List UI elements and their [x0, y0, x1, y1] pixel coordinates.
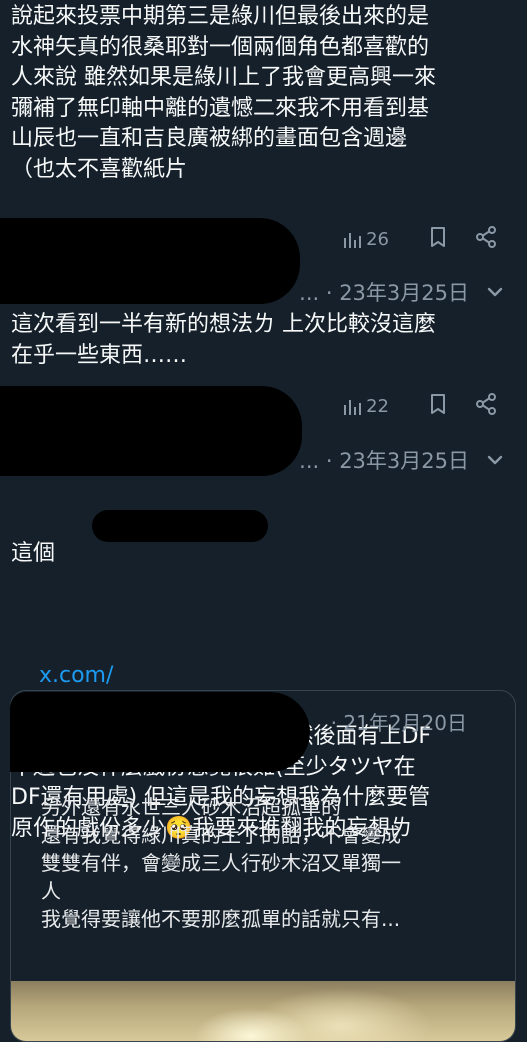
share-icon	[476, 226, 496, 248]
tweet-3-link-prefix[interactable]: x.com/	[39, 663, 113, 688]
tweet-1-views[interactable]: 26	[342, 229, 389, 250]
tweet-2-share-button[interactable]	[475, 393, 497, 420]
redacted-quote-user	[10, 692, 310, 772]
redacted-user-1	[0, 218, 300, 304]
tweet-2-view-count: 22	[366, 396, 389, 417]
redacted-link	[92, 510, 268, 542]
redacted-user-3	[0, 414, 296, 474]
tweet-2-views[interactable]: 22	[342, 396, 389, 417]
tweet-1-share-button[interactable]	[475, 226, 497, 253]
quoted-tweet-image[interactable]	[11, 981, 515, 1041]
tweet-1-view-count: 26	[366, 229, 389, 250]
bookmark-icon	[431, 227, 445, 247]
bar-chart-icon	[344, 399, 362, 415]
tweet-1-bookmark-button[interactable]	[427, 226, 449, 253]
chevron-down-icon[interactable]	[485, 282, 505, 302]
bookmark-icon	[431, 394, 445, 414]
tweet-2-actions: 22	[342, 393, 497, 420]
tweet-1-text: 說起來投票中期第三是綠川但最後出來的是 水神矢真的很桑耶對一個兩個角色都喜歡的 …	[11, 4, 436, 182]
tweet-3-meta: ... · 23年3月25日	[299, 449, 469, 473]
quoted-tweet-text: 另外還有永世三人砂木沼超孤單的 還有我覺得綠川真的上了的話，不會變成 雙雙有伴，…	[41, 795, 401, 931]
tweet-2-text: 這次看到一半有新的想法ㄌ 上次比較沒這麼 在乎一些東西……	[11, 312, 436, 368]
tweet-3-first-line: 這個	[11, 541, 56, 566]
tweet-2-meta: ... · 23年3月25日	[299, 281, 469, 305]
bar-chart-icon	[344, 232, 362, 248]
tweet-1-actions: 26	[342, 226, 497, 253]
quoted-tweet-date: · 21年2月20日	[330, 711, 467, 735]
share-icon	[476, 393, 496, 415]
chevron-down-icon[interactable]	[485, 450, 505, 470]
tweet-2-bookmark-button[interactable]	[427, 393, 449, 420]
tweet-3-link[interactable]: x.com/ ...	[11, 631, 517, 719]
